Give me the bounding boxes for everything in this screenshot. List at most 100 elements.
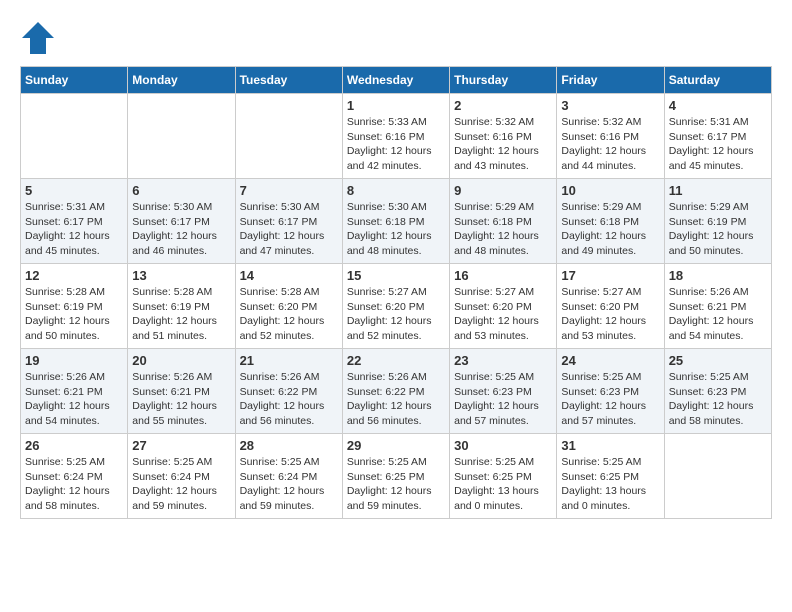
day-number: 16 <box>454 268 552 283</box>
day-info: Sunrise: 5:30 AM Sunset: 6:17 PM Dayligh… <box>132 200 230 259</box>
day-number: 6 <box>132 183 230 198</box>
day-info: Sunrise: 5:29 AM Sunset: 6:18 PM Dayligh… <box>454 200 552 259</box>
day-info: Sunrise: 5:25 AM Sunset: 6:25 PM Dayligh… <box>454 455 552 514</box>
calendar-cell: 20 Sunrise: 5:26 AM Sunset: 6:21 PM Dayli… <box>128 349 235 434</box>
calendar-cell: 29 Sunrise: 5:25 AM Sunset: 6:25 PM Dayli… <box>342 434 449 519</box>
day-info: Sunrise: 5:28 AM Sunset: 6:20 PM Dayligh… <box>240 285 338 344</box>
day-info: Sunrise: 5:26 AM Sunset: 6:21 PM Dayligh… <box>25 370 123 429</box>
day-info: Sunrise: 5:30 AM Sunset: 6:17 PM Dayligh… <box>240 200 338 259</box>
day-info: Sunrise: 5:25 AM Sunset: 6:24 PM Dayligh… <box>240 455 338 514</box>
weekday-header-thursday: Thursday <box>450 67 557 94</box>
day-info: Sunrise: 5:27 AM Sunset: 6:20 PM Dayligh… <box>561 285 659 344</box>
calendar-cell: 28Sunrise: 5:25 AM Sunset: 6:24 PM Dayli… <box>235 434 342 519</box>
day-number: 18 <box>669 268 767 283</box>
calendar-cell: 4 Sunrise: 5:31 AM Sunset: 6:17 PM Daylig… <box>664 94 771 179</box>
day-number: 14 <box>240 268 338 283</box>
calendar-cell: 7 Sunrise: 5:30 AM Sunset: 6:17 PM Daylig… <box>235 179 342 264</box>
weekday-header-wednesday: Wednesday <box>342 67 449 94</box>
calendar-cell: 9 Sunrise: 5:29 AM Sunset: 6:18 PM Daylig… <box>450 179 557 264</box>
day-number: 3 <box>561 98 659 113</box>
day-number: 27 <box>132 438 230 453</box>
day-info: Sunrise: 5:26 AM Sunset: 6:21 PM Dayligh… <box>669 285 767 344</box>
calendar-cell: 13Sunrise: 5:28 AM Sunset: 6:19 PM Dayli… <box>128 264 235 349</box>
day-number: 7 <box>240 183 338 198</box>
day-info: Sunrise: 5:25 AM Sunset: 6:25 PM Dayligh… <box>347 455 445 514</box>
calendar-cell: 16Sunrise: 5:27 AM Sunset: 6:20 PM Dayli… <box>450 264 557 349</box>
calendar-cell: 24 Sunrise: 5:25 AM Sunset: 6:23 PM Dayli… <box>557 349 664 434</box>
day-info: Sunrise: 5:30 AM Sunset: 6:18 PM Dayligh… <box>347 200 445 259</box>
day-info: Sunrise: 5:31 AM Sunset: 6:17 PM Dayligh… <box>669 115 767 174</box>
calendar-cell: 11Sunrise: 5:29 AM Sunset: 6:19 PM Dayli… <box>664 179 771 264</box>
calendar-cell <box>235 94 342 179</box>
page-header <box>20 20 772 56</box>
weekday-header-friday: Friday <box>557 67 664 94</box>
day-number: 9 <box>454 183 552 198</box>
day-number: 25 <box>669 353 767 368</box>
day-number: 2 <box>454 98 552 113</box>
calendar-cell: 19 Sunrise: 5:26 AM Sunset: 6:21 PM Dayli… <box>21 349 128 434</box>
week-row-0: 1 Sunrise: 5:33 AM Sunset: 6:16 PM Daylig… <box>21 94 772 179</box>
day-info: Sunrise: 5:29 AM Sunset: 6:19 PM Dayligh… <box>669 200 767 259</box>
day-number: 17 <box>561 268 659 283</box>
calendar-cell: 15 Sunrise: 5:27 AM Sunset: 6:20 PM Dayli… <box>342 264 449 349</box>
calendar-cell <box>21 94 128 179</box>
day-info: Sunrise: 5:29 AM Sunset: 6:18 PM Dayligh… <box>561 200 659 259</box>
calendar-cell: 8 Sunrise: 5:30 AM Sunset: 6:18 PM Daylig… <box>342 179 449 264</box>
calendar-cell: 25 Sunrise: 5:25 AM Sunset: 6:23 PM Dayli… <box>664 349 771 434</box>
day-number: 29 <box>347 438 445 453</box>
calendar-cell: 30 Sunrise: 5:25 AM Sunset: 6:25 PM Dayli… <box>450 434 557 519</box>
calendar-cell: 6 Sunrise: 5:30 AM Sunset: 6:17 PM Daylig… <box>128 179 235 264</box>
day-number: 8 <box>347 183 445 198</box>
weekday-header-sunday: Sunday <box>21 67 128 94</box>
calendar-cell: 3 Sunrise: 5:32 AM Sunset: 6:16 PM Daylig… <box>557 94 664 179</box>
day-number: 22 <box>347 353 445 368</box>
day-info: Sunrise: 5:25 AM Sunset: 6:23 PM Dayligh… <box>454 370 552 429</box>
calendar-cell: 18 Sunrise: 5:26 AM Sunset: 6:21 PM Dayli… <box>664 264 771 349</box>
day-info: Sunrise: 5:25 AM Sunset: 6:23 PM Dayligh… <box>561 370 659 429</box>
calendar-table: SundayMondayTuesdayWednesdayThursdayFrid… <box>20 66 772 519</box>
logo <box>20 20 62 56</box>
day-info: Sunrise: 5:31 AM Sunset: 6:17 PM Dayligh… <box>25 200 123 259</box>
day-number: 5 <box>25 183 123 198</box>
week-row-4: 26 Sunrise: 5:25 AM Sunset: 6:24 PM Dayli… <box>21 434 772 519</box>
calendar-cell: 17 Sunrise: 5:27 AM Sunset: 6:20 PM Dayli… <box>557 264 664 349</box>
day-number: 1 <box>347 98 445 113</box>
calendar-cell: 5 Sunrise: 5:31 AM Sunset: 6:17 PM Daylig… <box>21 179 128 264</box>
calendar-cell: 10 Sunrise: 5:29 AM Sunset: 6:18 PM Dayli… <box>557 179 664 264</box>
day-number: 21 <box>240 353 338 368</box>
calendar-cell: 27 Sunrise: 5:25 AM Sunset: 6:24 PM Dayli… <box>128 434 235 519</box>
calendar-cell: 2 Sunrise: 5:32 AM Sunset: 6:16 PM Daylig… <box>450 94 557 179</box>
day-info: Sunrise: 5:28 AM Sunset: 6:19 PM Dayligh… <box>132 285 230 344</box>
day-number: 26 <box>25 438 123 453</box>
day-number: 20 <box>132 353 230 368</box>
day-number: 4 <box>669 98 767 113</box>
calendar-cell: 14 Sunrise: 5:28 AM Sunset: 6:20 PM Dayli… <box>235 264 342 349</box>
calendar-cell: 26Sunrise: 5:25 AM Sunset: 6:24 PM Dayli… <box>21 434 128 519</box>
day-number: 10 <box>561 183 659 198</box>
weekday-header-tuesday: Tuesday <box>235 67 342 94</box>
calendar-cell <box>128 94 235 179</box>
day-info: Sunrise: 5:32 AM Sunset: 6:16 PM Dayligh… <box>454 115 552 174</box>
calendar-cell: 21Sunrise: 5:26 AM Sunset: 6:22 PM Dayli… <box>235 349 342 434</box>
calendar-cell: 22 Sunrise: 5:26 AM Sunset: 6:22 PM Dayli… <box>342 349 449 434</box>
day-number: 30 <box>454 438 552 453</box>
day-info: Sunrise: 5:25 AM Sunset: 6:24 PM Dayligh… <box>132 455 230 514</box>
day-info: Sunrise: 5:25 AM Sunset: 6:23 PM Dayligh… <box>669 370 767 429</box>
day-number: 31 <box>561 438 659 453</box>
day-info: Sunrise: 5:27 AM Sunset: 6:20 PM Dayligh… <box>347 285 445 344</box>
day-number: 24 <box>561 353 659 368</box>
week-row-3: 19 Sunrise: 5:26 AM Sunset: 6:21 PM Dayli… <box>21 349 772 434</box>
day-info: Sunrise: 5:33 AM Sunset: 6:16 PM Dayligh… <box>347 115 445 174</box>
day-number: 15 <box>347 268 445 283</box>
weekday-header-monday: Monday <box>128 67 235 94</box>
day-number: 12 <box>25 268 123 283</box>
day-info: Sunrise: 5:26 AM Sunset: 6:22 PM Dayligh… <box>347 370 445 429</box>
calendar-cell: 12Sunrise: 5:28 AM Sunset: 6:19 PM Dayli… <box>21 264 128 349</box>
day-info: Sunrise: 5:32 AM Sunset: 6:16 PM Dayligh… <box>561 115 659 174</box>
logo-icon <box>20 20 56 56</box>
day-info: Sunrise: 5:26 AM Sunset: 6:21 PM Dayligh… <box>132 370 230 429</box>
week-row-1: 5 Sunrise: 5:31 AM Sunset: 6:17 PM Daylig… <box>21 179 772 264</box>
calendar-cell: 23Sunrise: 5:25 AM Sunset: 6:23 PM Dayli… <box>450 349 557 434</box>
day-number: 19 <box>25 353 123 368</box>
calendar-cell: 1 Sunrise: 5:33 AM Sunset: 6:16 PM Daylig… <box>342 94 449 179</box>
